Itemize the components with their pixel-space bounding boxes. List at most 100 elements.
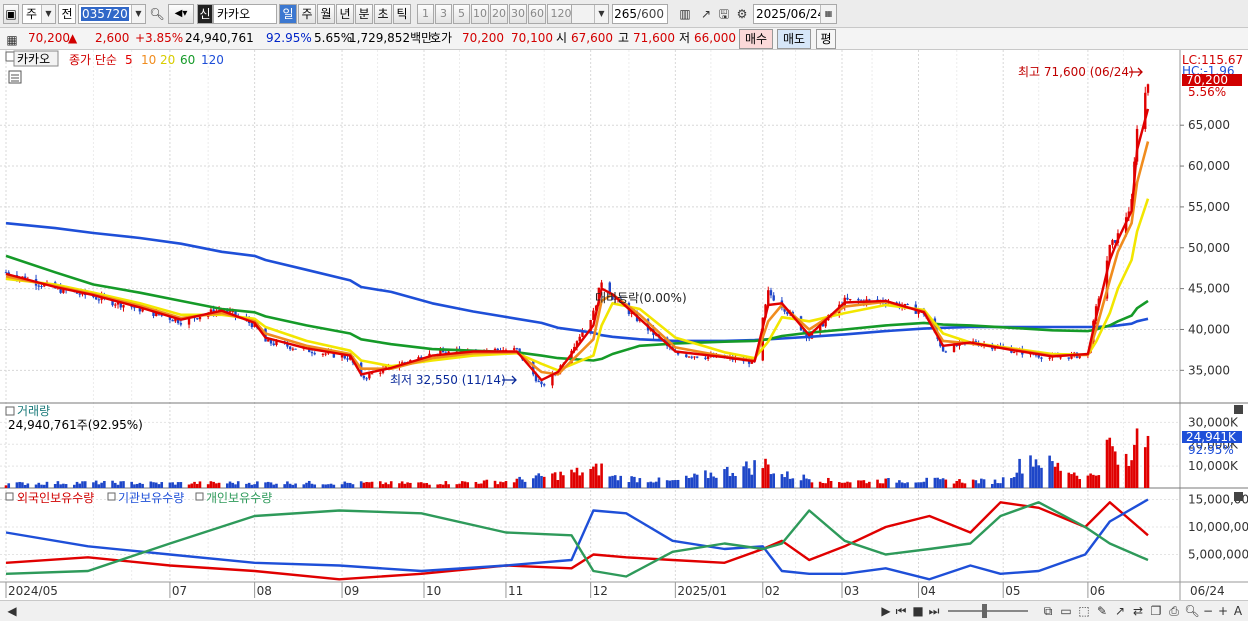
volume-bar bbox=[903, 483, 907, 488]
window-menu-icon[interactable]: ▣ bbox=[3, 4, 19, 24]
candle-body bbox=[179, 323, 183, 325]
copy-icon[interactable]: ❐ bbox=[1148, 602, 1164, 620]
stock-name-field[interactable]: 카카오 bbox=[213, 4, 277, 24]
scroll-bar[interactable]: ◀ ▶ ⏮ ■ ⏭ ⧉ ▭ ⬚ ✎ ↗ ⇄ ❐ ⎙ 🔍︎ − + A bbox=[0, 600, 1248, 621]
volume-bar bbox=[619, 475, 623, 488]
candle-body bbox=[1012, 351, 1016, 353]
sell-button[interactable]: 매도 bbox=[777, 29, 811, 49]
count-field[interactable]: 265/600 bbox=[612, 4, 668, 24]
period-button[interactable]: 초 bbox=[374, 4, 392, 24]
draw-icon[interactable]: ✎ bbox=[1094, 602, 1110, 620]
line-tool-icon[interactable]: ↗ bbox=[697, 5, 715, 23]
volume-bar bbox=[359, 481, 363, 488]
volume-bar bbox=[198, 481, 202, 488]
zoom-slider-handle[interactable] bbox=[982, 604, 987, 618]
zoom-slider-track[interactable] bbox=[948, 610, 1028, 612]
candle-type-icon[interactable]: ▥ bbox=[675, 5, 695, 23]
scroll-start-icon[interactable]: ⏮ bbox=[893, 602, 909, 620]
candle-body bbox=[543, 384, 546, 386]
volume-bar bbox=[1133, 444, 1136, 488]
volume-bar bbox=[1130, 460, 1133, 488]
chart-area[interactable]: 35,000 40,000 45,000 50,000 55,000 60,000 65,0… bbox=[0, 50, 1248, 600]
candle-body bbox=[37, 285, 40, 287]
minute-button[interactable]: 20 bbox=[490, 4, 508, 24]
price-tick-label: 65,000 bbox=[1188, 118, 1230, 132]
candle-body bbox=[944, 351, 948, 353]
volume-bar bbox=[305, 482, 308, 488]
scroll-left-icon[interactable]: ◀ bbox=[4, 602, 20, 620]
volume-bar bbox=[783, 477, 786, 488]
volume-bar bbox=[138, 482, 142, 488]
calculator-icon[interactable]: ▦ bbox=[4, 31, 20, 49]
holdings-panel-close-icon[interactable] bbox=[1234, 492, 1243, 501]
volume-bar bbox=[523, 481, 527, 488]
volume-bar bbox=[542, 476, 546, 488]
volume-bar bbox=[94, 480, 98, 488]
zoom-in-icon[interactable]: + bbox=[1215, 602, 1231, 620]
text-size-icon[interactable]: A bbox=[1230, 602, 1246, 620]
zoom-out-icon[interactable]: − bbox=[1200, 602, 1216, 620]
flat-button[interactable]: 평 bbox=[816, 29, 836, 49]
period-button[interactable]: 년 bbox=[336, 4, 354, 24]
compare-icon[interactable]: ⇄ bbox=[1130, 602, 1146, 620]
volume-bar bbox=[704, 470, 707, 488]
market-select[interactable]: 주 ▼ bbox=[22, 4, 56, 24]
layout-icon-3[interactable]: ⬚ bbox=[1076, 602, 1092, 620]
volume-bar bbox=[1031, 466, 1035, 488]
holdings-box-icon-1[interactable] bbox=[5, 492, 14, 501]
volume-bar bbox=[799, 480, 803, 488]
price-type-button[interactable]: 전 bbox=[58, 4, 76, 24]
candle-body bbox=[171, 319, 174, 322]
volume-panel-box-icon[interactable] bbox=[5, 406, 15, 416]
volume-bar bbox=[160, 482, 164, 488]
trend-icon[interactable]: ↗ bbox=[1112, 602, 1128, 620]
volume-bar bbox=[996, 483, 1000, 488]
chevron-down-icon: ▼ bbox=[131, 5, 145, 23]
save-icon[interactable]: 🖫 bbox=[716, 5, 732, 23]
layout-icon-2[interactable]: ▭ bbox=[1058, 602, 1074, 620]
holdings-box-icon-3[interactable] bbox=[195, 492, 204, 501]
buy-button[interactable]: 매수 bbox=[739, 29, 773, 49]
volume-bar bbox=[570, 469, 573, 488]
minute-button[interactable]: 1 bbox=[417, 4, 434, 24]
minute-button[interactable]: 60 bbox=[528, 4, 546, 24]
layout-icon-1[interactable]: ⧉ bbox=[1040, 602, 1056, 620]
minute-button[interactable]: 10 bbox=[471, 4, 489, 24]
period-extra-select[interactable]: ▼ bbox=[571, 4, 609, 24]
scroll-end-icon[interactable]: ⏭ bbox=[926, 602, 942, 620]
period-button[interactable]: 분 bbox=[355, 4, 373, 24]
period-button[interactable]: 틱 bbox=[393, 4, 411, 24]
x-axis-label: 06/24 bbox=[1190, 584, 1225, 598]
volume-bar bbox=[75, 481, 79, 488]
stock-code-input[interactable]: 035720 ▼ bbox=[78, 4, 146, 24]
zoom-search-icon[interactable]: 🔍︎ bbox=[1184, 602, 1200, 620]
candle-body bbox=[849, 299, 852, 301]
volume-bar bbox=[1111, 446, 1114, 488]
period-button[interactable]: 주 bbox=[298, 4, 316, 24]
gear-icon[interactable]: ⚙ bbox=[734, 5, 750, 23]
period-button[interactable]: 일 bbox=[279, 4, 297, 24]
print-icon[interactable]: ⎙ bbox=[1166, 602, 1182, 620]
volume-bar bbox=[531, 478, 535, 488]
date-field[interactable]: 2025/06/24 ▦ bbox=[753, 4, 837, 24]
stop-icon[interactable]: ■ bbox=[910, 602, 926, 620]
minute-button[interactable]: 5 bbox=[453, 4, 470, 24]
holdings-box-icon-2[interactable] bbox=[107, 492, 116, 501]
candle-body bbox=[493, 348, 497, 351]
candle-body bbox=[122, 305, 125, 308]
search-icon[interactable]: 🔍︎ bbox=[149, 5, 165, 23]
volume-panel-close-icon[interactable] bbox=[1234, 405, 1243, 414]
candle-body bbox=[540, 381, 543, 385]
minute-button[interactable]: 3 bbox=[435, 4, 452, 24]
volume-bar bbox=[1001, 477, 1005, 488]
volume-bar bbox=[1146, 435, 1150, 488]
speaker-icon[interactable]: ◀▾ bbox=[168, 4, 194, 24]
minute-button[interactable]: 30 bbox=[509, 4, 527, 24]
scroll-right-icon[interactable]: ▶ bbox=[878, 602, 894, 620]
period-button[interactable]: 월 bbox=[317, 4, 335, 24]
volume-bar bbox=[753, 460, 756, 488]
volume-bar bbox=[195, 483, 199, 488]
volume-bar bbox=[474, 481, 478, 488]
candle-body bbox=[693, 356, 696, 358]
volume-bar bbox=[974, 480, 978, 488]
